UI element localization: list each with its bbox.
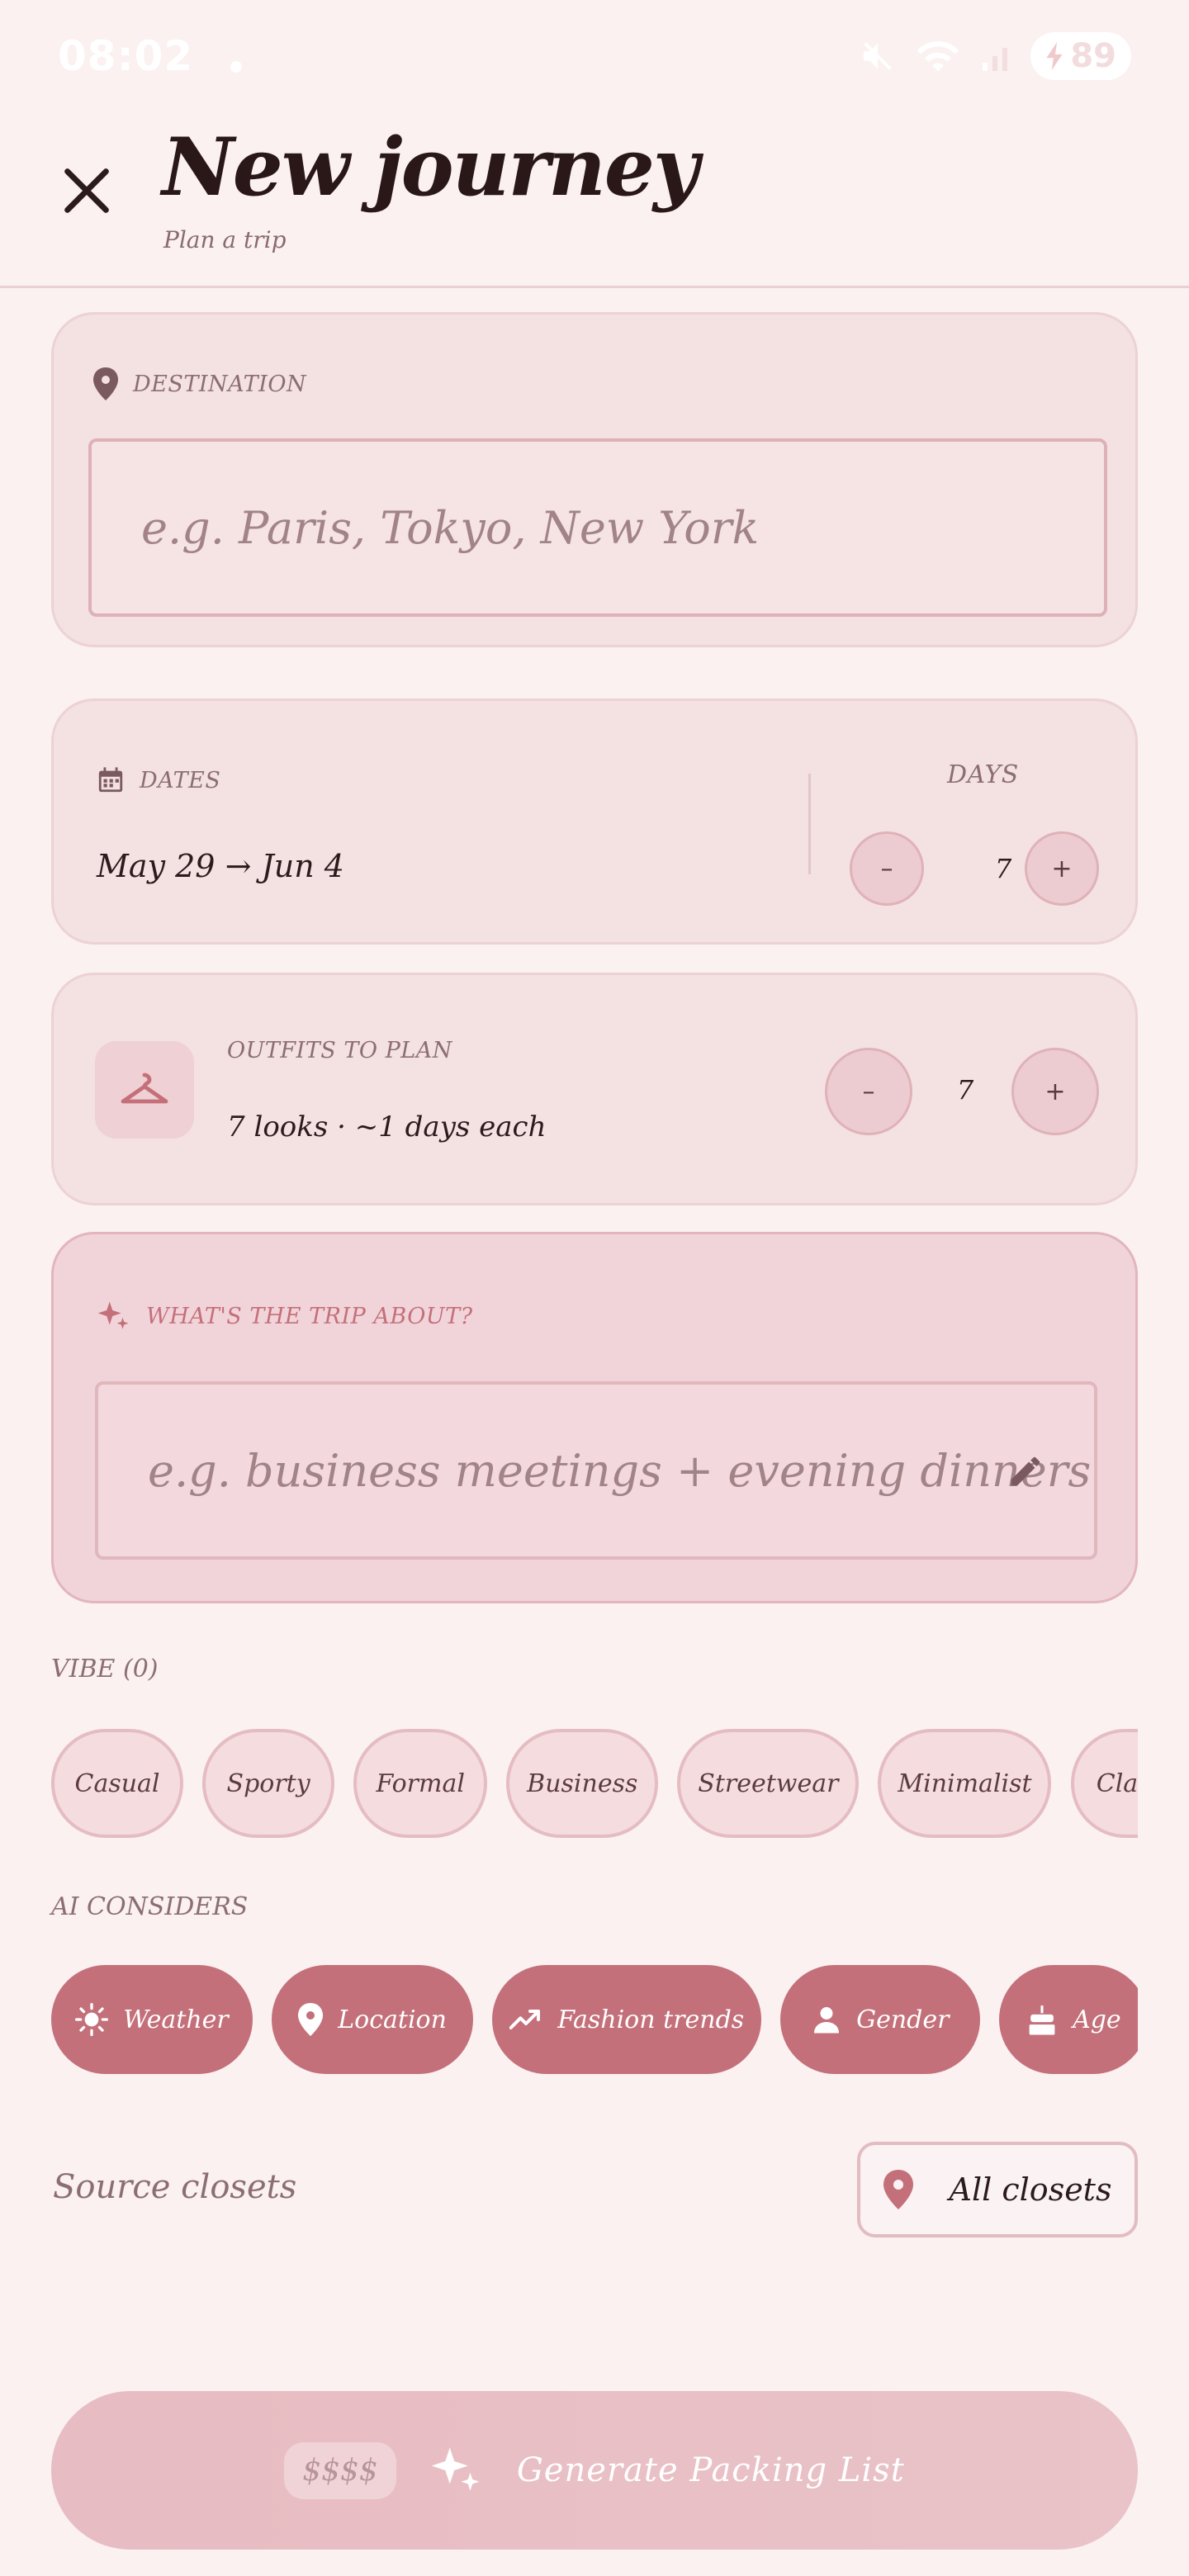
ai-chip-age-label: Age [1073,2005,1121,2034]
person-icon [814,2007,840,2034]
all-closets-button[interactable]: All closets [857,2142,1138,2237]
outfits-value: 7 [956,1074,974,1106]
vibe-chip-casual[interactable]: Casual [51,1729,183,1838]
dates-label-row: DATES [97,765,220,795]
trip-about-input[interactable]: e.g. business meetings + evening dinners [95,1381,1097,1560]
outfits-summary: 7 looks · ~1 days each [227,1110,547,1144]
status-bar: 08:02 89 [0,0,1189,112]
vibe-chip-streetwear[interactable]: Streetwear [677,1729,860,1838]
date-range[interactable]: May 29 → Jun 4 [97,848,344,884]
sparkles-icon [97,1301,129,1329]
location-pin-icon [883,2170,913,2209]
dates-card: DATES May 29 → Jun 4 DAYS – 7 + [51,698,1138,945]
ai-chip-location[interactable]: Location [272,1965,474,2074]
destination-card: DESTINATION e.g. Paris, Tokyo, New York [51,312,1138,647]
vibe-chip-business[interactable]: Business [506,1729,659,1838]
charging-bolt-icon [1046,42,1063,70]
days-label: DAYS [947,760,1019,789]
ai-chip-location-label: Location [338,2005,447,2034]
ai-chip-gender-label: Gender [856,2005,950,2034]
days-increment-button[interactable]: + [1025,831,1099,906]
cake-icon [1029,2005,1055,2035]
ai-chip-weather[interactable]: Weather [51,1965,253,2074]
generate-label: Generate Packing List [516,2451,905,2489]
days-decrement-button[interactable]: – [850,831,924,906]
trip-about-label-row: WHAT'S THE TRIP ABOUT? [97,1299,473,1333]
dates-divider [808,774,811,874]
page-subtitle: Plan a trip [163,226,287,253]
trending-up-icon [509,2010,541,2029]
outfits-label: OUTFITS TO PLAN [227,1038,452,1063]
mute-icon [864,42,893,70]
sparkles-icon [431,2447,480,2491]
outfits-decrement-button[interactable]: – [825,1048,912,1135]
notification-dot [230,60,243,73]
ai-chip-weather-label: Weather [123,2005,229,2034]
trip-about-card: WHAT'S THE TRIP ABOUT? e.g. business mee… [51,1232,1138,1603]
arrow-icon: → [225,848,252,884]
sun-icon [75,2003,109,2036]
generate-packing-list-button[interactable]: $$$$ Generate Packing List [51,2391,1138,2550]
pin-icon [298,2003,324,2036]
date-start: May 29 [97,848,216,884]
battery-indicator: 89 [1030,32,1131,80]
status-left: 08:02 [58,32,243,80]
ai-considers-label: AI CONSIDERS [51,1892,249,1921]
outfits-increment-button[interactable]: + [1011,1048,1099,1135]
days-value: 7 [994,853,1012,884]
vibe-chip-formal[interactable]: Formal [353,1729,488,1838]
destination-label-row: DESTINATION [93,367,306,400]
ai-chip-gender[interactable]: Gender [780,1965,981,2074]
ai-chip-fashion-trends-label: Fashion trends [557,2005,745,2034]
destination-label: DESTINATION [133,371,307,397]
source-closets-label: Source closets [53,2168,297,2206]
ai-chip-age[interactable]: Age [999,1965,1138,2074]
page-title: New journey [162,121,699,214]
location-pin-icon [93,367,118,400]
hanger-icon [121,1073,168,1104]
dates-label: DATES [140,767,221,793]
header: New journey Plan a trip [0,112,1189,288]
vibe-chip-row: Casual Sporty Formal Business Streetwear… [51,1729,1138,1838]
vibe-chip-sporty[interactable]: Sporty [202,1729,335,1838]
destination-input[interactable]: e.g. Paris, Tokyo, New York [88,438,1107,617]
outfits-card: OUTFITS TO PLAN 7 looks · ~1 days each –… [51,973,1138,1205]
trip-about-label: WHAT'S THE TRIP ABOUT? [146,1303,473,1329]
calendar-icon [98,767,123,793]
vibe-chip-classic[interactable]: Classic [1070,1729,1138,1838]
signal-icon [983,48,1008,71]
all-closets-label: All closets [949,2171,1112,2208]
ai-considers-chip-row: Weather Location Fashion trends Gender A… [51,1965,1138,2074]
vibe-chip-minimalist[interactable]: Minimalist [878,1729,1052,1838]
close-icon[interactable] [58,162,116,220]
date-end: Jun 4 [261,848,344,884]
hanger-badge [95,1041,194,1139]
wifi-icon [917,41,959,72]
battery-level: 89 [1070,37,1116,75]
price-tier-badge: $$$$ [284,2441,396,2499]
ai-chip-fashion-trends[interactable]: Fashion trends [492,1965,762,2074]
price-tier: $$$$ [302,2453,378,2488]
pencil-icon[interactable] [1007,1452,1045,1490]
clock: 08:02 [58,32,194,80]
status-icons: 89 [859,32,1131,80]
vibe-label: VIBE (0) [51,1655,159,1683]
